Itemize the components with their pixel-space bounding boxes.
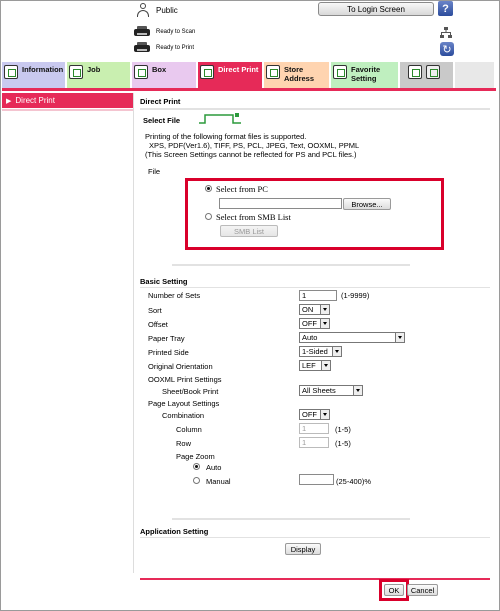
favorite-setting-icon <box>333 65 347 79</box>
main-tabs: Information Job Box Direct Print Store A… <box>2 62 496 88</box>
sidebar-divider <box>133 93 134 573</box>
select-from-smb-radio[interactable] <box>205 213 212 220</box>
zoom-manual-input[interactable] <box>299 474 334 485</box>
customize-icon <box>426 65 440 79</box>
scan-status-text: Ready to Scan <box>156 28 196 35</box>
column-range: (1-5) <box>335 425 351 434</box>
row-label: Row <box>176 439 192 448</box>
offset-label: Offset <box>148 320 168 329</box>
zoom-range: (25-400)% <box>336 477 372 486</box>
login-button[interactable]: To Login Screen <box>318 2 434 16</box>
sort-label: Sort <box>148 306 162 315</box>
file-path-input[interactable] <box>219 198 342 209</box>
scan-status: Ready to Scan <box>134 26 195 37</box>
store-address-icon <box>266 65 280 79</box>
printer-icon <box>134 42 150 53</box>
tab-customize[interactable] <box>400 62 455 88</box>
select-from-smb-label: Select from SMB List <box>216 212 291 222</box>
supported-desc-1: Printing of the following format files i… <box>145 132 307 141</box>
column-label: Column <box>176 425 202 434</box>
arrow-right-icon: ▶ <box>6 97 12 105</box>
pulse-icon <box>199 113 241 124</box>
page-zoom-label: Page Zoom <box>176 452 215 461</box>
chevron-down-icon <box>353 386 362 395</box>
information-icon <box>4 65 18 79</box>
offset-select[interactable]: OFF <box>299 318 330 329</box>
file-label: File <box>148 167 161 176</box>
printed-side-select[interactable]: 1-Sided <box>299 346 342 357</box>
chevron-down-icon <box>320 410 329 419</box>
network-icon <box>440 27 452 38</box>
sheet-book-select[interactable]: All Sheets <box>299 385 363 396</box>
select-file-heading: Select File <box>143 116 181 125</box>
basic-setting-heading: Basic Setting <box>140 277 188 286</box>
ooxml-settings-label: OOXML Print Settings <box>148 375 222 384</box>
footer-divider <box>140 578 490 580</box>
zoom-auto-label: Auto <box>206 463 222 472</box>
zoom-auto-radio[interactable] <box>193 463 200 470</box>
tab-store-address[interactable]: Store Address <box>264 62 331 88</box>
smb-list-button[interactable]: SMB List <box>220 225 278 237</box>
chevron-down-icon <box>395 333 404 342</box>
scanner-icon <box>134 26 150 37</box>
tab-direct-print[interactable]: Direct Print <box>198 62 264 88</box>
column-input[interactable]: 1 <box>299 423 329 434</box>
chevron-down-icon <box>320 305 329 314</box>
user-icon <box>136 3 150 17</box>
ok-button[interactable]: OK <box>384 584 404 596</box>
tab-box[interactable]: Box <box>132 62 198 88</box>
combination-label: Combination <box>162 411 205 420</box>
sheet-book-label: Sheet/Book Print <box>162 387 219 396</box>
box-icon <box>134 65 148 79</box>
original-orientation-label: Original Orientation <box>148 362 213 371</box>
chevron-down-icon <box>332 347 341 356</box>
page-title: Direct Print <box>140 97 181 106</box>
zoom-manual-label: Manual <box>206 477 231 486</box>
page-layout-label: Page Layout Settings <box>148 399 220 408</box>
sidebar-separator <box>2 109 133 111</box>
direct-print-icon <box>200 65 214 79</box>
print-status: Ready to Print <box>134 42 194 53</box>
select-from-pc-label: Select from PC <box>216 184 268 194</box>
row-input[interactable]: 1 <box>299 437 329 448</box>
basic-setting-divider <box>140 287 490 288</box>
help-icon[interactable]: ? <box>438 1 453 16</box>
refresh-icon[interactable]: ↻ <box>440 42 454 56</box>
paper-tray-select[interactable]: Auto <box>299 332 405 343</box>
sidebar-item-direct-print[interactable]: ▶ Direct Print <box>2 93 133 108</box>
display-button[interactable]: Display <box>285 543 321 555</box>
user-label: Public <box>156 5 178 15</box>
application-setting-heading: Application Setting <box>140 527 209 536</box>
number-of-sets-range: (1-9999) <box>341 291 370 300</box>
tab-favorite-setting[interactable]: Favorite Setting <box>331 62 400 88</box>
tab-bar-filler <box>455 62 496 88</box>
print-status-text: Ready to Print <box>156 44 195 51</box>
chevron-down-icon <box>320 319 329 328</box>
sort-select[interactable]: ON <box>299 304 330 315</box>
number-of-sets-label: Number of Sets <box>148 291 201 300</box>
zoom-manual-radio[interactable] <box>193 477 200 484</box>
select-from-pc-radio[interactable] <box>205 185 212 192</box>
cancel-button[interactable]: Cancel <box>407 584 438 596</box>
job-icon <box>69 65 83 79</box>
supported-desc-2: XPS, PDF(Ver1.6), TIFF, PS, PCL, JPEG, T… <box>149 141 360 150</box>
customize-icon <box>408 65 422 79</box>
supported-desc-3: (This Screen Settings cannot be reflecte… <box>145 150 357 159</box>
title-divider <box>140 108 490 110</box>
chevron-down-icon <box>321 361 330 370</box>
tab-underline <box>2 88 496 91</box>
browse-button[interactable]: Browse... <box>343 198 391 210</box>
paper-tray-label: Paper Tray <box>148 334 185 343</box>
number-of-sets-input[interactable]: 1 <box>299 290 337 301</box>
section-divider-1 <box>172 264 410 266</box>
application-setting-divider <box>140 537 490 538</box>
printed-side-label: Printed Side <box>148 348 189 357</box>
tab-information[interactable]: Information <box>2 62 67 88</box>
row-range: (1-5) <box>335 439 351 448</box>
user-area: Public <box>136 3 178 17</box>
original-orientation-select[interactable]: LEF <box>299 360 331 371</box>
combination-select[interactable]: OFF <box>299 409 330 420</box>
tab-job[interactable]: Job <box>67 62 132 88</box>
section-divider-2 <box>172 518 410 520</box>
